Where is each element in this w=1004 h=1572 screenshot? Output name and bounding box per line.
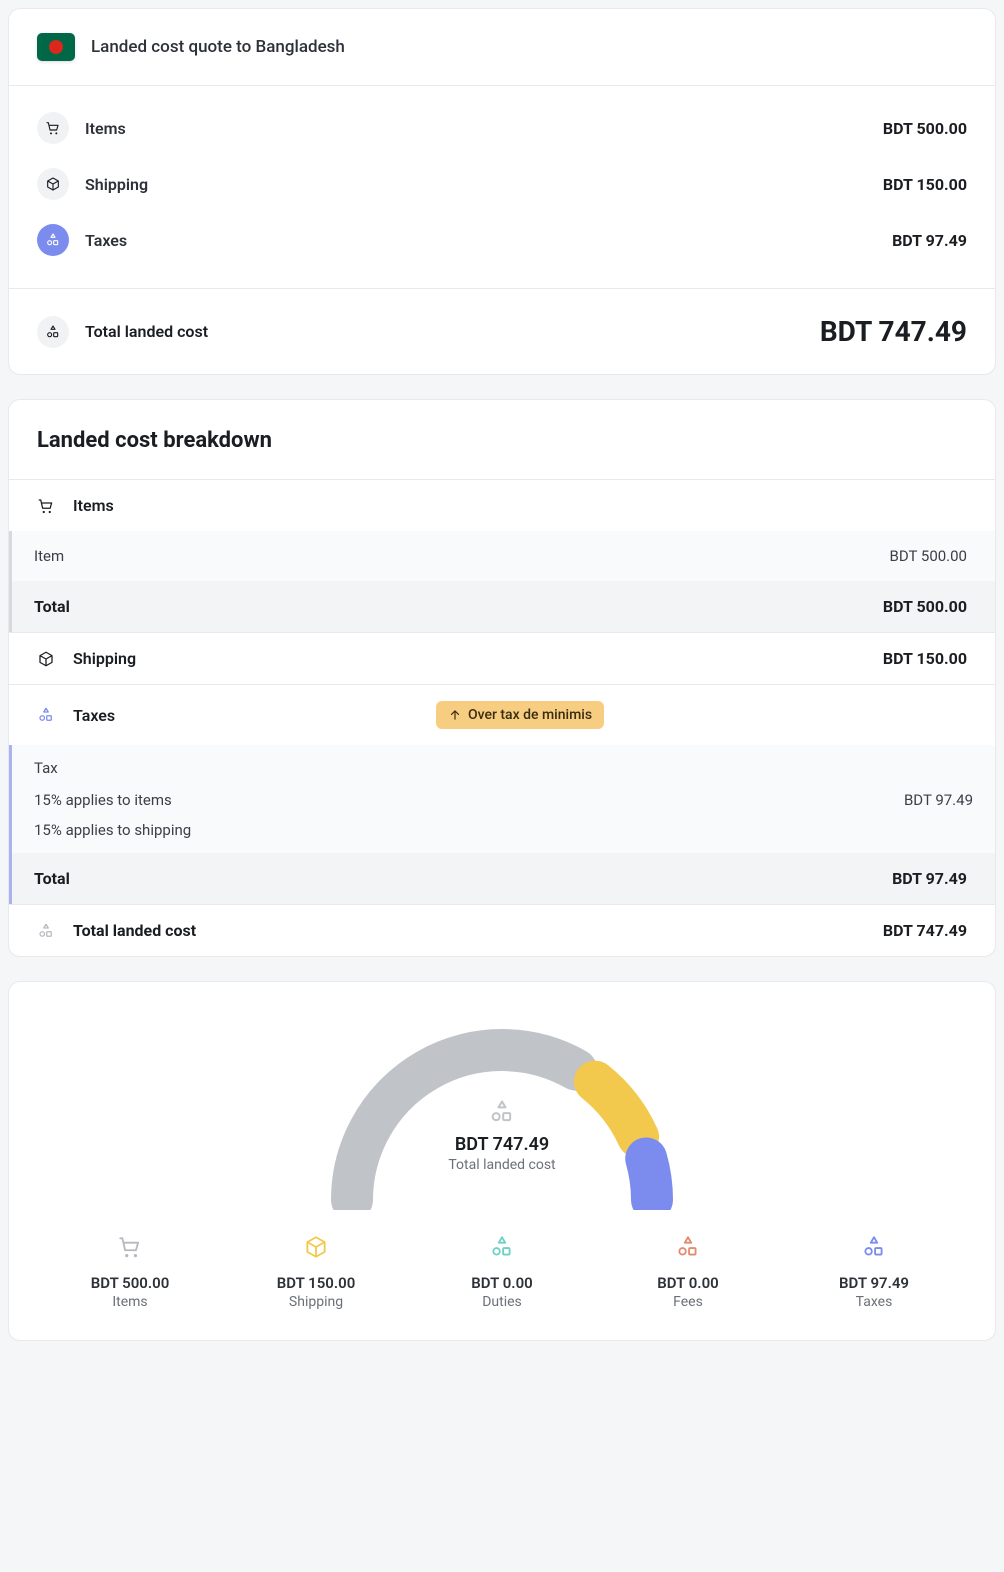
gauge-wrap: BDT 747.49 Total landed cost BDT 500.00 … xyxy=(9,982,995,1340)
tax-line: 15% applies to items BDT 97.49 xyxy=(34,791,973,809)
cat-amount: BDT 97.49 xyxy=(781,1274,967,1292)
category-taxes: BDT 97.49 Taxes xyxy=(781,1234,967,1310)
box-icon xyxy=(303,1234,329,1260)
cart-icon xyxy=(37,497,55,515)
breakdown-items-label: Items xyxy=(73,496,967,515)
breakdown-shipping-row[interactable]: Shipping BDT 150.00 xyxy=(9,632,995,684)
cat-amount: BDT 0.00 xyxy=(595,1274,781,1292)
category-shipping: BDT 150.00 Shipping xyxy=(223,1234,409,1310)
bangladesh-flag-icon xyxy=(37,33,75,61)
category-items: BDT 500.00 Items xyxy=(37,1234,223,1310)
breakdown-taxes-rows: Tax 15% applies to items BDT 97.49 15% a… xyxy=(9,745,995,904)
gauge-card: BDT 747.49 Total landed cost BDT 500.00 … xyxy=(8,981,996,1341)
box-icon xyxy=(37,168,69,200)
tax-line-label: 15% applies to shipping xyxy=(34,821,191,839)
shipping-label: Shipping xyxy=(85,175,867,194)
category-duties: BDT 0.00 Duties xyxy=(409,1234,595,1310)
category-row: BDT 500.00 Items BDT 150.00 Shipping BDT… xyxy=(37,1234,967,1310)
taxes-total-label: Total xyxy=(34,869,874,888)
taxes-total-row: Total BDT 97.49 xyxy=(12,853,995,904)
tax-line: 15% applies to shipping xyxy=(34,821,973,839)
cat-label: Duties xyxy=(409,1294,595,1310)
item-row-value: BDT 500.00 xyxy=(890,547,967,565)
items-value: BDT 500.00 xyxy=(883,119,967,138)
taxes-label: Taxes xyxy=(85,231,876,250)
items-label: Items xyxy=(85,119,867,138)
badge-text: Over tax de minimis xyxy=(468,707,592,723)
cat-amount: BDT 0.00 xyxy=(409,1274,595,1292)
shapes-icon xyxy=(37,316,69,348)
item-row: Item BDT 500.00 xyxy=(12,531,995,581)
breakdown-card: Landed cost breakdown Items Item BDT 500… xyxy=(8,399,996,957)
de-minimis-badge: Over tax de minimis xyxy=(436,701,604,729)
box-icon xyxy=(37,650,55,668)
taxes-total-value: BDT 97.49 xyxy=(892,869,967,888)
breakdown-shipping-value: BDT 150.00 xyxy=(883,649,967,668)
quote-header: Landed cost quote to Bangladesh xyxy=(9,9,995,86)
taxes-value: BDT 97.49 xyxy=(892,231,967,250)
items-total-row: Total BDT 500.00 xyxy=(12,581,995,632)
breakdown-items-rows: Item BDT 500.00 Total BDT 500.00 xyxy=(9,531,995,632)
cat-label: Taxes xyxy=(781,1294,967,1310)
quote-summary-card: Landed cost quote to Bangladesh Items BD… xyxy=(8,8,996,375)
arrow-up-icon xyxy=(448,708,462,722)
shapes-icon xyxy=(861,1234,887,1260)
cat-label: Fees xyxy=(595,1294,781,1310)
shapes-icon xyxy=(675,1234,701,1260)
quote-total-row: Total landed cost BDT 747.49 xyxy=(9,288,995,374)
item-row-label: Item xyxy=(34,547,872,565)
cat-amount: BDT 500.00 xyxy=(37,1274,223,1292)
cat-label: Shipping xyxy=(223,1294,409,1310)
gauge-chart: BDT 747.49 Total landed cost xyxy=(312,1010,692,1210)
tax-block: Tax 15% applies to items BDT 97.49 15% a… xyxy=(12,745,995,853)
breakdown-taxes-header[interactable]: Taxes Over tax de minimis xyxy=(9,684,995,745)
total-label: Total landed cost xyxy=(85,322,804,341)
grand-total-label: Total landed cost xyxy=(73,921,865,940)
tax-block-header: Tax xyxy=(34,759,973,777)
quote-title: Landed cost quote to Bangladesh xyxy=(91,37,345,57)
tax-line-value: BDT 97.49 xyxy=(904,791,973,809)
cat-label: Items xyxy=(37,1294,223,1310)
cart-icon xyxy=(117,1234,143,1260)
shapes-icon xyxy=(489,1234,515,1260)
total-value: BDT 747.49 xyxy=(820,315,967,348)
items-total-label: Total xyxy=(34,597,865,616)
grand-total-value: BDT 747.49 xyxy=(883,921,967,940)
tax-line-label: 15% applies to items xyxy=(34,791,172,809)
category-fees: BDT 0.00 Fees xyxy=(595,1234,781,1310)
gauge-amount: BDT 747.49 xyxy=(312,1134,692,1155)
shapes-icon xyxy=(37,922,55,940)
breakdown-grand-total-row: Total landed cost BDT 747.49 xyxy=(9,904,995,956)
quote-body: Items BDT 500.00 Shipping BDT 150.00 Tax… xyxy=(9,86,995,288)
summary-row-shipping: Shipping BDT 150.00 xyxy=(37,156,967,212)
shapes-icon xyxy=(37,706,55,724)
breakdown-taxes-label: Taxes xyxy=(73,706,359,725)
items-total-value: BDT 500.00 xyxy=(883,597,967,616)
gauge-label: Total landed cost xyxy=(312,1157,692,1173)
gauge-center: BDT 747.49 Total landed cost xyxy=(312,1098,692,1173)
breakdown-shipping-label: Shipping xyxy=(73,649,865,668)
shapes-icon xyxy=(488,1098,516,1126)
breakdown-title: Landed cost breakdown xyxy=(9,400,995,479)
cart-icon xyxy=(37,112,69,144)
shipping-value: BDT 150.00 xyxy=(883,175,967,194)
summary-row-items: Items BDT 500.00 xyxy=(37,100,967,156)
breakdown-items-header[interactable]: Items xyxy=(9,479,995,531)
cat-amount: BDT 150.00 xyxy=(223,1274,409,1292)
shapes-icon xyxy=(37,224,69,256)
summary-row-taxes: Taxes BDT 97.49 xyxy=(37,212,967,268)
